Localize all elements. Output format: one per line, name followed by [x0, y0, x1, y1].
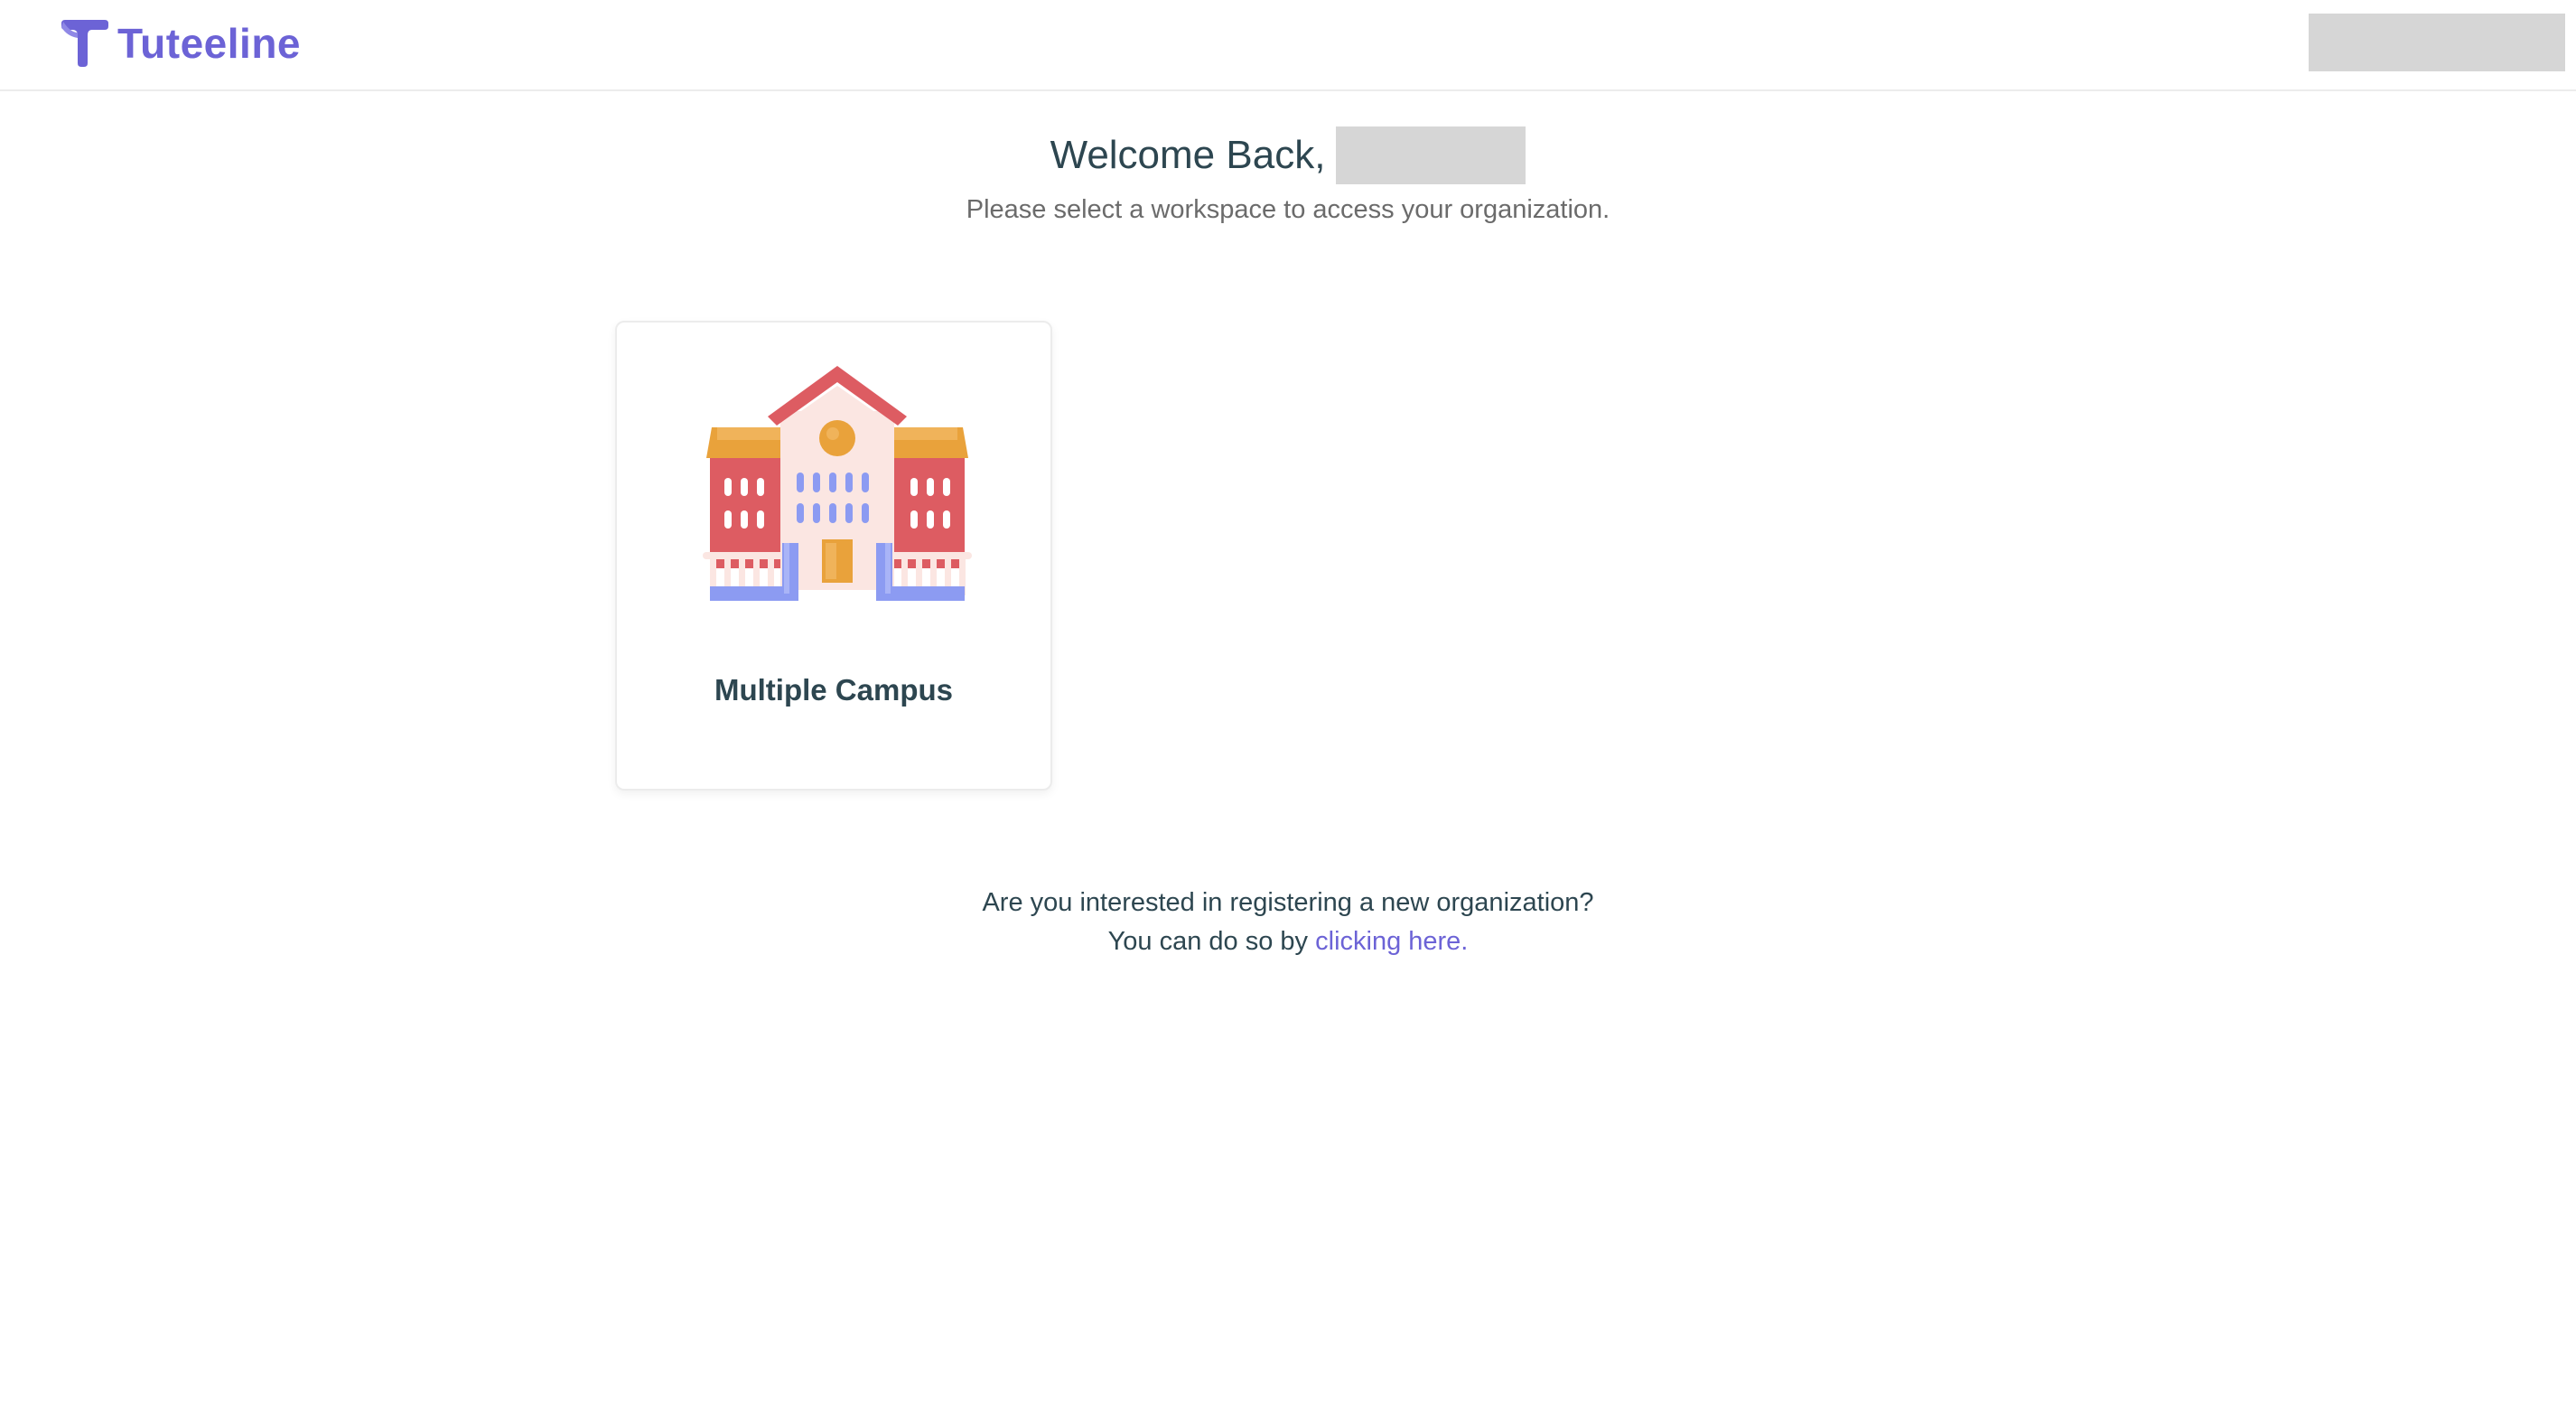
- top-navbar: Tuteeline: [0, 0, 2576, 91]
- workspace-card[interactable]: Multiple Campus: [615, 321, 1052, 791]
- welcome-subtitle: Please select a workspace to access your…: [966, 195, 1610, 224]
- welcome-heading: Welcome Back,: [0, 126, 2576, 184]
- user-menu[interactable]: [2309, 14, 2565, 71]
- register-prompt: You can do so by: [1107, 927, 1309, 956]
- tuteeline-logo-icon: [61, 20, 108, 67]
- user-name-redacted: [1336, 126, 1526, 184]
- register-question: Are you interested in registering a new …: [982, 888, 1594, 917]
- brand-name: Tuteeline: [117, 20, 302, 67]
- workspace-name: Multiple Campus: [714, 673, 954, 707]
- school-building-icon: [703, 366, 972, 601]
- welcome-greeting: Welcome Back,: [1050, 133, 1326, 177]
- register-section: Are you interested in registering a new …: [0, 884, 2576, 961]
- register-prompt-line: You can do so by clicking here.: [0, 922, 2576, 961]
- register-link[interactable]: clicking here.: [1315, 927, 1468, 956]
- brand-logo[interactable]: Tuteeline: [60, 20, 301, 67]
